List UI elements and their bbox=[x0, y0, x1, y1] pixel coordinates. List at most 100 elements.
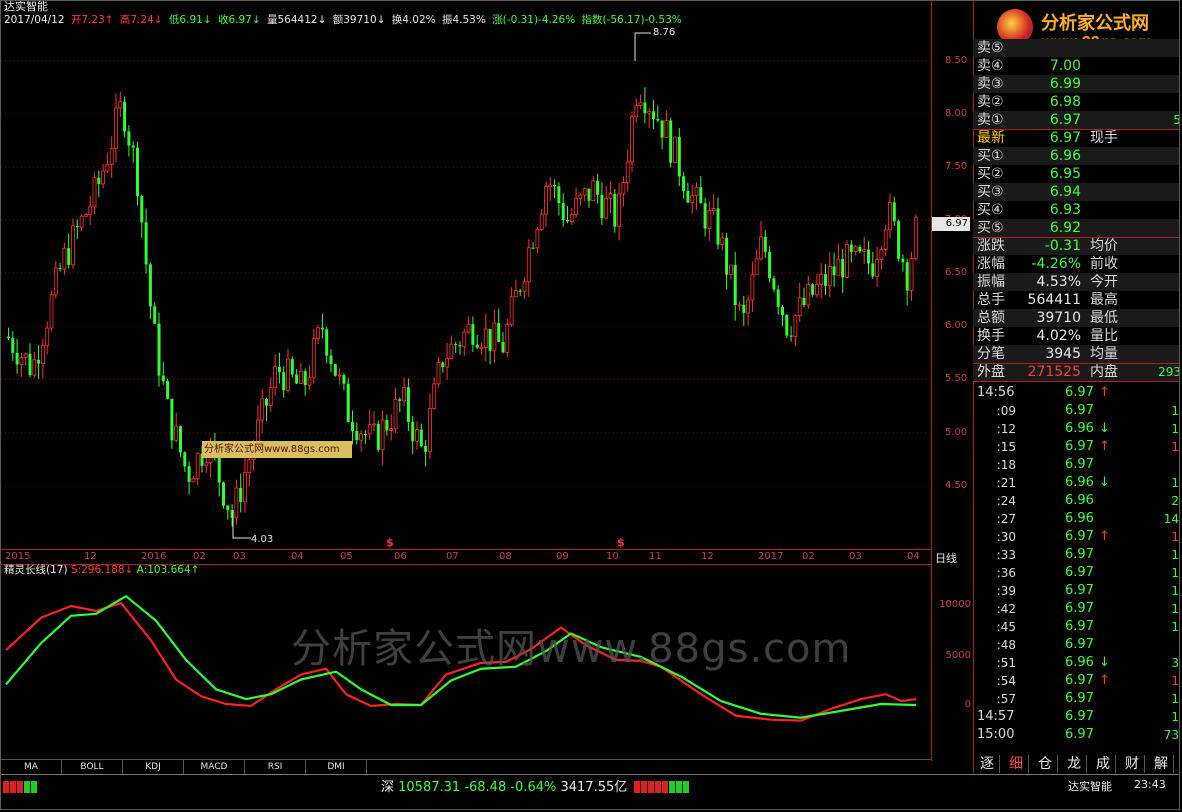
candle-body bbox=[867, 249, 870, 264]
right-tab[interactable]: 成 bbox=[1091, 755, 1116, 773]
candle-body bbox=[226, 505, 230, 511]
candle-body bbox=[179, 426, 182, 453]
date-axis-label: 02 bbox=[802, 551, 815, 562]
candle-body bbox=[23, 353, 28, 358]
candle-body bbox=[913, 217, 918, 259]
price-axis-label: 7.50 bbox=[945, 161, 968, 172]
right-tab[interactable]: 解 bbox=[1149, 755, 1174, 773]
tick-row[interactable]: :12 6.96 ↓ 1 bbox=[973, 420, 1179, 438]
candle-body bbox=[827, 266, 832, 287]
tick-row[interactable]: :09 6.97 1 bbox=[973, 402, 1179, 420]
tab-macd[interactable]: MACD bbox=[184, 760, 245, 774]
right-tab[interactable]: 逐 bbox=[975, 755, 1000, 773]
candle-body bbox=[892, 202, 896, 222]
candle-body bbox=[750, 274, 755, 301]
quote-edge: 5 bbox=[1173, 111, 1179, 129]
tick-row[interactable]: 15:00 6.97 73 bbox=[973, 726, 1179, 744]
candle-body bbox=[239, 487, 243, 502]
right-tab[interactable]: 龙 bbox=[1062, 755, 1087, 773]
date-axis-label: 10 bbox=[606, 551, 619, 562]
candle-body bbox=[380, 419, 385, 451]
tick-row[interactable]: :36 6.97 1 bbox=[973, 564, 1179, 582]
tick-row[interactable]: :18 6.97 bbox=[973, 456, 1179, 474]
tick-row[interactable]: :30 6.97 ↑ 1 bbox=[973, 528, 1179, 546]
arrow-up-icon: ↑ bbox=[1099, 673, 1110, 688]
quote-row: 最新 6.97 现手 bbox=[973, 129, 1179, 147]
candle-body bbox=[118, 101, 123, 109]
tick-row[interactable]: :24 6.96 2 bbox=[973, 492, 1179, 510]
right-tab[interactable]: 细 bbox=[1004, 755, 1029, 773]
candle-body bbox=[613, 193, 617, 227]
tick-time: :42 bbox=[996, 602, 1016, 616]
tick-row[interactable]: :54 6.97 ↑ 1 bbox=[973, 672, 1179, 690]
quote-value: 4.02% bbox=[1036, 328, 1081, 344]
candle-body bbox=[768, 251, 772, 279]
quote-edge: 293 bbox=[1158, 365, 1180, 379]
header-date: 2017/04/12 bbox=[4, 14, 65, 26]
tick-time: :09 bbox=[996, 404, 1016, 418]
candle-body bbox=[427, 408, 432, 453]
candle-body bbox=[836, 258, 841, 276]
date-axis-label: 08 bbox=[499, 551, 512, 562]
tick-row[interactable]: :45 6.97 1 bbox=[973, 618, 1179, 636]
candle-body bbox=[153, 306, 157, 324]
tab-kdj[interactable]: KDJ bbox=[123, 760, 184, 774]
tick-row[interactable]: 14:56 6.97 ↑ bbox=[973, 384, 1179, 402]
quote-label: 涨跌 bbox=[977, 238, 1005, 254]
candle-body bbox=[544, 186, 548, 215]
quote-value: 6.99 bbox=[1049, 76, 1081, 92]
candle-body bbox=[393, 398, 398, 430]
right-tab[interactable]: 财 bbox=[1120, 755, 1145, 773]
tick-row[interactable]: :21 6.96 ↓ 1 bbox=[973, 474, 1179, 492]
candle-body bbox=[505, 324, 510, 353]
indicator-axis-label: 5000 bbox=[945, 650, 971, 661]
index-part: -0.64% bbox=[510, 780, 561, 795]
stock-name: 达实智能 bbox=[4, 0, 48, 13]
tick-volume: 1 bbox=[1171, 530, 1179, 544]
tick-row[interactable]: :33 6.97 1 bbox=[973, 546, 1179, 564]
candlestick-chart[interactable] bbox=[1, 27, 931, 549]
candle-body bbox=[32, 359, 37, 376]
candle-body bbox=[660, 120, 664, 138]
tick-row[interactable]: :27 6.96 14 bbox=[973, 510, 1179, 528]
candle-body bbox=[282, 372, 286, 391]
quote-value: 7.00 bbox=[1049, 58, 1081, 74]
quote-row: 卖③ 6.99 bbox=[973, 75, 1179, 93]
candle-body bbox=[441, 362, 445, 367]
quote-value: 6.93 bbox=[1049, 202, 1081, 218]
quote-label: 总额 bbox=[977, 310, 1005, 326]
candle-body bbox=[578, 194, 583, 200]
candle-body bbox=[729, 264, 733, 276]
quote-label: 卖① bbox=[977, 112, 1004, 128]
candle-body bbox=[62, 247, 67, 270]
app-window: 达实智能 2017/04/12 开7.23↑ 高7.24↓ 低6.91↓ 收6.… bbox=[0, 0, 1180, 810]
candle-body bbox=[247, 459, 252, 474]
quote-label: 买⑤ bbox=[977, 220, 1004, 236]
candle-body bbox=[883, 229, 888, 250]
candle-body bbox=[157, 323, 161, 376]
tick-price: 6.97 bbox=[1065, 457, 1094, 472]
tick-row[interactable]: :42 6.97 1 bbox=[973, 600, 1179, 618]
candle-body bbox=[342, 375, 346, 384]
tab-dmi[interactable]: DMI bbox=[306, 760, 367, 774]
tick-row[interactable]: :48 6.97 bbox=[973, 636, 1179, 654]
quote-value: 4.53% bbox=[1036, 274, 1081, 290]
period-label[interactable]: 日线 bbox=[935, 550, 957, 566]
tab-rsi[interactable]: RSI bbox=[245, 760, 306, 774]
market-bars-left bbox=[3, 778, 38, 793]
tick-row[interactable]: :39 6.97 1 bbox=[973, 582, 1179, 600]
right-tab[interactable]: 仓 bbox=[1033, 755, 1058, 773]
candle-body bbox=[832, 266, 836, 276]
price-info-header: 2017/04/12 开7.23↑ 高7.24↓ 低6.91↓ 收6.97↓ 量… bbox=[4, 13, 685, 27]
tick-volume: 14 bbox=[1163, 512, 1179, 526]
candle-body bbox=[53, 267, 58, 296]
tick-row[interactable]: :57 6.97 1 bbox=[973, 690, 1179, 708]
quote-row: 卖⑤ bbox=[973, 39, 1179, 57]
tick-row[interactable]: :51 6.96 ↓ 3 bbox=[973, 654, 1179, 672]
candle-body bbox=[127, 131, 131, 146]
tab-boll[interactable]: BOLL bbox=[62, 760, 123, 774]
tick-row[interactable]: 14:57 6.97 1 bbox=[973, 708, 1179, 726]
tick-row[interactable]: :15 6.97 ↑ 1 bbox=[973, 438, 1179, 456]
tab-ma[interactable]: MA bbox=[1, 760, 62, 774]
date-axis-label: 04 bbox=[907, 551, 920, 562]
